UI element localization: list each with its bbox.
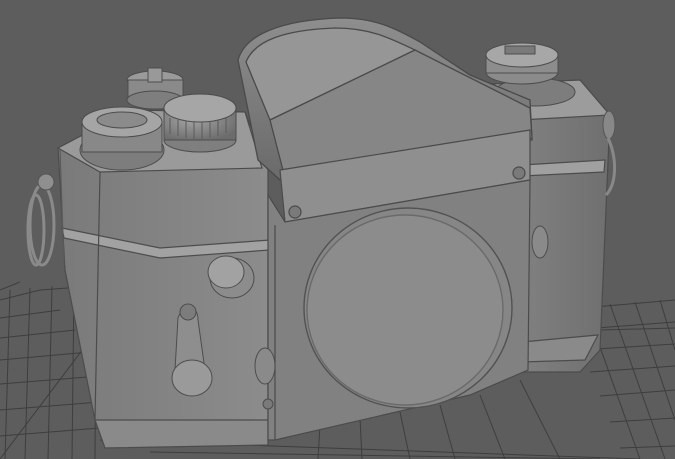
viewport-canvas [0,17,675,459]
3d-viewport[interactable] [0,0,675,459]
side-button-right [531,225,549,259]
strap-lug-left [26,173,56,267]
rewind-knob [79,106,165,171]
lens-mount [303,207,513,409]
